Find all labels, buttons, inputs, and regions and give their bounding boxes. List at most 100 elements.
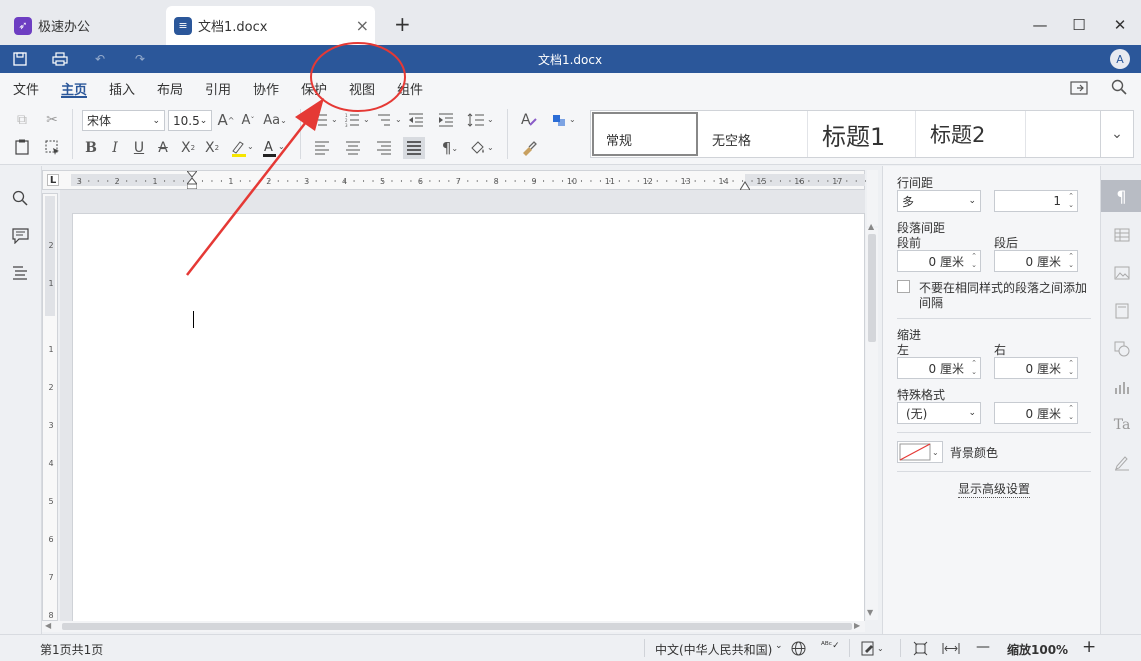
menu-plugins[interactable]: 组件 <box>397 79 423 98</box>
font-size-select[interactable]: 10.5 ⌄ <box>168 110 212 131</box>
font-name-select[interactable]: 宋体 ⌄ <box>82 110 165 131</box>
tab-home[interactable]: ➶ 极速办公 <box>6 6 162 45</box>
paragraph-mark-icon[interactable]: ¶ ⌄ <box>436 138 464 158</box>
justify-icon[interactable] <box>403 137 425 159</box>
spinner-icon[interactable]: ⌃ ⌄ <box>971 359 977 377</box>
align-center-icon[interactable] <box>343 138 363 158</box>
subscript-icon[interactable]: X2 <box>202 138 222 158</box>
language-dropdown-icon[interactable]: ⌄ <box>775 641 783 651</box>
cut-icon[interactable]: ✂ <box>42 111 62 129</box>
menu-insert[interactable]: 插入 <box>109 79 135 98</box>
decrease-font-icon[interactable]: Aˇ <box>238 110 258 130</box>
style-normal[interactable]: 常规 <box>592 112 698 156</box>
strikethrough-icon[interactable]: A <box>154 138 172 158</box>
horizontal-scrollbar[interactable]: ◀ ▶ <box>42 621 865 632</box>
numbered-list-icon[interactable]: 1 2 3 ⌄ <box>344 110 372 130</box>
redo-icon[interactable]: ↷ <box>128 49 152 69</box>
spinner-icon[interactable]: ⌃ ⌄ <box>1068 404 1074 422</box>
tab-document[interactable]: ≡ 文档1.docx × <box>166 6 375 45</box>
undo-icon[interactable]: ↶ <box>88 49 112 69</box>
paste-icon[interactable] <box>12 138 32 156</box>
right-indent-marker[interactable] <box>739 179 751 191</box>
spacing-before-input[interactable]: 0 厘米 ⌃ ⌄ <box>897 250 981 272</box>
horizontal-ruler[interactable]: L 3211234567891011121314151617 <box>42 170 866 191</box>
header-footer-icon[interactable] <box>1111 300 1133 322</box>
shape-settings-icon[interactable] <box>1111 338 1133 360</box>
indent-right-input[interactable]: 0 厘米 ⌃ ⌄ <box>994 357 1078 379</box>
scroll-down-arrow[interactable]: ▼ <box>867 608 873 617</box>
chart-settings-icon[interactable] <box>1111 376 1133 398</box>
text-art-settings-icon[interactable]: Ta <box>1111 414 1133 436</box>
styles-expand-button[interactable]: ⌄ <box>1100 111 1133 157</box>
menu-protect[interactable]: 保护 <box>301 79 327 98</box>
menu-references[interactable]: 引用 <box>205 79 231 98</box>
bullet-list-icon[interactable]: ⌄ <box>312 110 340 130</box>
find-icon[interactable] <box>12 190 28 209</box>
scroll-right-arrow[interactable]: ▶ <box>854 621 860 630</box>
multilevel-list-icon[interactable]: ⌄ <box>376 110 404 130</box>
fit-width-icon[interactable] <box>942 641 960 659</box>
spinner-icon[interactable]: ⌃ ⌄ <box>1068 252 1074 270</box>
signature-icon[interactable] <box>1111 452 1133 474</box>
background-color-picker[interactable]: ⌄ <box>897 441 943 463</box>
print-icon[interactable] <box>48 49 72 69</box>
globe-icon[interactable] <box>791 641 806 659</box>
scroll-up-arrow[interactable]: ▲ <box>868 222 874 231</box>
align-right-icon[interactable] <box>374 138 394 158</box>
special-format-select[interactable]: (无) ⌄ <box>897 402 981 424</box>
change-case-icon[interactable]: Aa ⌄ <box>261 110 289 130</box>
close-window-button[interactable]: ✕ <box>1105 10 1135 40</box>
document-page[interactable] <box>72 213 865 625</box>
open-location-icon[interactable] <box>1070 80 1088 98</box>
copy-icon[interactable]: ⧉ <box>12 111 32 129</box>
highlight-icon[interactable]: ⌄ <box>228 138 254 158</box>
format-painter-icon[interactable] <box>518 138 540 158</box>
italic-icon[interactable]: I <box>106 138 124 158</box>
language-select[interactable]: 中文(中华人民共和国) <box>655 641 772 658</box>
zoom-level[interactable]: 缩放100% <box>1007 641 1068 658</box>
user-avatar[interactable]: A <box>1110 49 1130 69</box>
special-format-amount-input[interactable]: 0 厘米 ⌃ ⌄ <box>994 402 1078 424</box>
menu-layout[interactable]: 布局 <box>157 79 183 98</box>
bold-icon[interactable]: B <box>82 138 100 158</box>
style-no-spacing[interactable]: 无空格 <box>700 111 808 157</box>
zoom-out-button[interactable]: — <box>976 639 990 655</box>
comment-icon[interactable] <box>12 228 29 247</box>
color-scheme-icon[interactable]: ⌄ <box>550 110 580 130</box>
line-spacing-value-input[interactable]: 1 ⌃ ⌄ <box>994 190 1078 212</box>
table-settings-icon[interactable] <box>1111 224 1133 246</box>
spell-check-icon[interactable]: ᴬᴮᶜ✓ <box>821 641 840 651</box>
vertical-scrollbar[interactable]: ▼ <box>866 228 878 620</box>
scroll-up-area[interactable]: ▲ <box>867 170 878 231</box>
spinner-icon[interactable]: ⌃ ⌄ <box>1068 359 1074 377</box>
spinner-icon[interactable]: ⌃ ⌄ <box>1068 192 1074 210</box>
menu-collaborate[interactable]: 协作 <box>253 79 279 98</box>
save-icon[interactable] <box>8 49 32 69</box>
line-spacing-icon[interactable]: ⌄ <box>466 110 496 130</box>
no-space-checkbox[interactable] <box>897 280 910 293</box>
line-spacing-type-select[interactable]: 多 ⌄ <box>897 190 981 212</box>
text-art-icon[interactable]: A <box>518 110 540 130</box>
style-heading2[interactable]: 标题2 <box>918 111 1026 157</box>
superscript-icon[interactable]: X2 <box>178 138 198 158</box>
style-heading1[interactable]: 标题1 <box>810 111 916 157</box>
vertical-ruler[interactable]: 2 1 1 2 3 4 5 6 7 8 <box>42 193 58 621</box>
minimize-button[interactable]: — <box>1025 10 1055 40</box>
search-icon[interactable] <box>1111 79 1127 98</box>
menu-file[interactable]: 文件 <box>13 79 39 98</box>
image-settings-icon[interactable] <box>1111 262 1133 284</box>
font-color-icon[interactable]: A ⌄ <box>260 138 286 158</box>
indent-left-input[interactable]: 0 厘米 ⌃ ⌄ <box>897 357 981 379</box>
show-advanced-settings-link[interactable]: 显示高级设置 <box>958 480 1031 498</box>
select-icon[interactable] <box>42 138 62 156</box>
spinner-icon[interactable]: ⌃ ⌄ <box>971 252 977 270</box>
shading-icon[interactable]: ⌄ <box>468 138 496 158</box>
zoom-in-button[interactable]: + <box>1082 637 1096 657</box>
track-changes-icon[interactable]: ⌄ <box>861 641 887 659</box>
vertical-scroll-thumb[interactable] <box>868 234 876 342</box>
align-left-icon[interactable] <box>312 138 332 158</box>
close-tab-icon[interactable]: × <box>356 16 369 35</box>
spacing-after-input[interactable]: 0 厘米 ⌃ ⌄ <box>994 250 1078 272</box>
fit-page-icon[interactable] <box>913 641 928 659</box>
paragraph-settings-icon[interactable]: ¶ <box>1101 180 1141 212</box>
